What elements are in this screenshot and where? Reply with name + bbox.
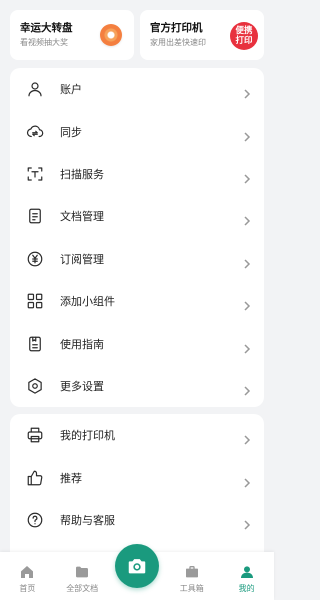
- person-icon: [26, 80, 44, 98]
- badge-line-1: 便携: [235, 26, 253, 36]
- camera-icon: [128, 559, 146, 574]
- menu-item-subscription[interactable]: 订阅管理: [10, 238, 264, 280]
- tab-label: 首页: [19, 584, 36, 593]
- promo-row: 幸运大转盘 看视频抽大奖 官方打印机 家用出差快速印 便携 打印: [10, 10, 264, 60]
- portable-print-badge: 便携 打印: [230, 22, 258, 50]
- chevron-right-icon: [242, 381, 252, 396]
- toolbox-icon: [185, 566, 198, 578]
- menu-label: 推荐: [60, 471, 82, 485]
- menu-label: 更多设置: [60, 379, 104, 393]
- menu-label: 我的打印机: [60, 429, 115, 443]
- chevron-right-icon: [242, 430, 252, 445]
- chevron-right-icon: [242, 127, 252, 142]
- tab-label: 我的: [238, 584, 255, 593]
- thumbs-up-icon: [26, 469, 44, 487]
- tab-home[interactable]: 首页: [0, 564, 55, 594]
- tab-all-documents[interactable]: 全部文档: [55, 564, 110, 594]
- menu-item-more-settings[interactable]: 更多设置: [10, 365, 264, 407]
- folder-icon: [76, 566, 89, 578]
- menu-label: 帮助与客服: [60, 513, 115, 527]
- chevron-right-icon: [242, 84, 252, 99]
- menu-item-user-guide[interactable]: 使用指南: [10, 322, 264, 364]
- menu-label: 同步: [60, 125, 82, 139]
- menu-label: 添加小组件: [60, 295, 115, 309]
- tab-label: 全部文档: [66, 584, 99, 593]
- menu-label: 文档管理: [60, 210, 104, 224]
- home-icon: [21, 566, 34, 578]
- lucky-wheel-card[interactable]: 幸运大转盘 看视频抽大奖: [10, 10, 134, 60]
- menu-label: 订阅管理: [60, 252, 104, 266]
- menu-item-account[interactable]: 账户: [10, 68, 264, 110]
- camera-scan-button[interactable]: [115, 544, 159, 588]
- chevron-right-icon: [242, 296, 252, 311]
- menu-item-help[interactable]: 帮助与客服: [10, 499, 264, 541]
- document-icon: [26, 207, 44, 225]
- chevron-right-icon: [242, 254, 252, 269]
- chevron-right-icon: [242, 211, 252, 226]
- tab-mine[interactable]: 我的: [219, 564, 274, 594]
- menu-label: 扫描服务: [60, 167, 104, 181]
- menu-item-scan-service[interactable]: 扫描服务: [10, 153, 264, 195]
- badge-line-2: 打印: [235, 36, 253, 46]
- help-icon: [26, 511, 44, 529]
- menu-item-document-management[interactable]: 文档管理: [10, 195, 264, 237]
- scan-service-icon: [26, 165, 44, 183]
- menu-label: 使用指南: [60, 337, 104, 351]
- widgets-icon: [26, 292, 44, 310]
- menu-item-my-printer[interactable]: 我的打印机: [10, 414, 264, 456]
- official-printer-card[interactable]: 官方打印机 家用出差快速印 便携 打印: [140, 10, 264, 60]
- cloud-sync-icon: [26, 123, 44, 141]
- menu-label: 账户: [60, 83, 82, 97]
- chevron-right-icon: [242, 169, 252, 184]
- lucky-wheel-icon: [100, 24, 122, 46]
- chevron-right-icon: [242, 339, 252, 354]
- menu-item-add-widget[interactable]: 添加小组件: [10, 280, 264, 322]
- printer-icon: [26, 426, 44, 444]
- settings-icon: [26, 377, 44, 395]
- chevron-right-icon: [242, 515, 252, 530]
- menu-item-sync[interactable]: 同步: [10, 110, 264, 152]
- tab-label: 工具箱: [179, 584, 204, 593]
- profile-icon: [240, 566, 253, 578]
- yuan-icon: [26, 250, 44, 268]
- tab-toolbox[interactable]: 工具箱: [164, 564, 219, 594]
- menu-group-1: 账户 同步 扫描服务 文档管理 订阅管理 添加小组件 使用指南 更多设置: [10, 68, 264, 407]
- chevron-right-icon: [242, 473, 252, 488]
- menu-item-recommend[interactable]: 推荐: [10, 456, 264, 498]
- guide-icon: [26, 335, 44, 353]
